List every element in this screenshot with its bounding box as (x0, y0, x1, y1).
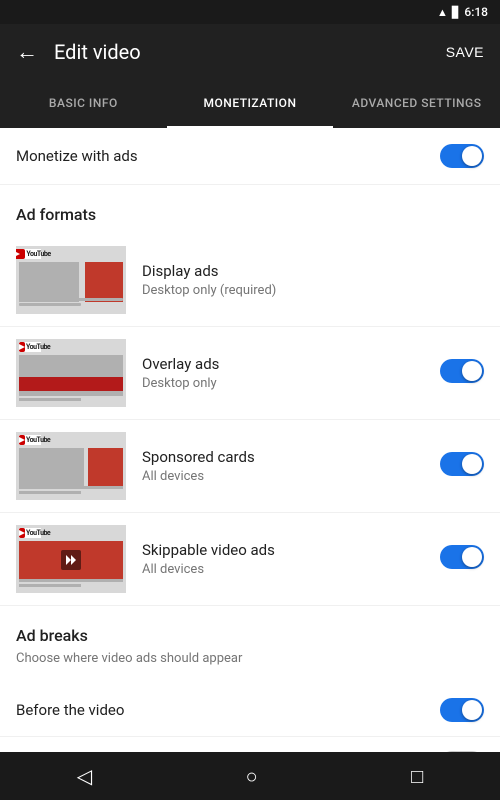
tab-bar: BASIC INFO MONETIZATION ADVANCED SETTING… (0, 80, 500, 128)
skippable-video-ads-desc: All devices (142, 562, 428, 577)
before-video-toggle-thumb (462, 700, 482, 720)
status-time: 6:18 (464, 5, 488, 19)
sponsored-main-video (19, 448, 84, 486)
yt-logo-overlay: YouTube (19, 342, 41, 352)
overlay-ads-toggle[interactable] (440, 359, 484, 383)
sponsored-cards-preview: YouTube (16, 432, 126, 500)
page-title: Edit video (54, 40, 446, 64)
skippable-toggle-track (440, 545, 484, 569)
display-main-area (19, 262, 79, 302)
sponsored-toggle-thumb (462, 454, 482, 474)
yt-logo-sponsored: YouTube (19, 435, 41, 445)
ad-breaks-header: Ad breaks (16, 626, 484, 645)
overlay-ads-toggle-wrap (440, 359, 484, 387)
fast-forward-icon (66, 555, 76, 565)
display-line-1 (19, 298, 123, 301)
before-video-toggle[interactable] (440, 698, 484, 722)
ad-format-sponsored-cards: YouTube Sponsored cards All devices (0, 420, 500, 513)
display-ads-info: Display ads Desktop only (required) (142, 262, 484, 298)
tab-monetization[interactable]: MONETIZATION (167, 80, 334, 128)
skippable-video-ads-info: Skippable video ads All devices (142, 541, 428, 577)
top-bar: ← Edit video SAVE (0, 24, 500, 80)
display-ads-name: Display ads (142, 262, 484, 280)
sponsored-bottom-lines (19, 486, 123, 496)
tab-advanced-settings[interactable]: ADVANCED SETTINGS (333, 80, 500, 128)
sponsored-card-panel (88, 448, 123, 486)
before-video-row: Before the video (0, 684, 500, 737)
monetize-label: Monetize with ads (16, 147, 138, 165)
overlay-ads-info: Overlay ads Desktop only (142, 355, 428, 391)
display-ads-preview: YouTube (16, 246, 126, 314)
sponsored-cards-toggle[interactable] (440, 452, 484, 476)
sponsored-line-2 (19, 491, 81, 494)
sponsored-cards-name: Sponsored cards (142, 448, 428, 466)
skippable-toggle-thumb (462, 547, 482, 567)
monetize-toggle[interactable] (440, 144, 484, 168)
monetize-toggle-track (440, 144, 484, 168)
battery-icon: ▊ (452, 6, 460, 19)
skippable-line-2 (19, 584, 81, 587)
sponsored-cards-info: Sponsored cards All devices (142, 448, 428, 484)
wifi-icon: ▲ (437, 6, 448, 19)
after-video-row: After the video (0, 737, 500, 752)
monetize-row: Monetize with ads (0, 128, 500, 185)
sponsored-toggle-wrap (440, 452, 484, 480)
nav-recent-icon[interactable]: □ (411, 764, 423, 789)
skippable-play-btn (61, 550, 81, 570)
navigation-bar: ◁ ○ □ (0, 752, 500, 800)
sponsored-toggle-track (440, 452, 484, 476)
tab-basic-info[interactable]: BASIC INFO (0, 80, 167, 128)
skippable-video-ads-name: Skippable video ads (142, 541, 428, 559)
ad-format-skippable-video-ads: YouTube Skippable vid (0, 513, 500, 606)
status-bar: ▲ ▊ 6:18 (0, 0, 500, 24)
overlay-toggle-track (440, 359, 484, 383)
ad-format-display-ads: YouTube Display ads Desktop only (requir… (0, 234, 500, 327)
main-content: Monetize with ads Ad formats YouTube (0, 128, 500, 752)
monetize-toggle-thumb (462, 146, 482, 166)
ad-formats-header: Ad formats (0, 185, 500, 234)
nav-home-icon[interactable]: ○ (246, 764, 258, 789)
before-video-label: Before the video (16, 701, 124, 719)
nav-back-icon[interactable]: ◁ (77, 764, 92, 788)
after-video-toggle[interactable] (440, 751, 484, 752)
skippable-video-ads-toggle[interactable] (440, 545, 484, 569)
overlay-line-2 (19, 398, 81, 401)
overlay-ads-name: Overlay ads (142, 355, 428, 373)
display-side-ad (85, 262, 123, 302)
skippable-main-video (19, 541, 123, 579)
ad-format-overlay-ads: YouTube Overlay ads Desktop only (0, 327, 500, 420)
overlay-ads-desc: Desktop only (142, 376, 428, 391)
ad-breaks-section: Ad breaks Choose where video ads should … (0, 606, 500, 684)
overlay-ads-preview: YouTube (16, 339, 126, 407)
display-ads-desc: Desktop only (required) (142, 283, 484, 298)
back-button[interactable]: ← (16, 41, 38, 63)
status-icons: ▲ ▊ 6:18 (437, 5, 488, 19)
sponsored-cards-desc: All devices (142, 469, 428, 484)
skippable-toggle-wrap (440, 545, 484, 573)
after-video-toggle-track (440, 751, 484, 752)
yt-logo-skippable: YouTube (19, 528, 41, 538)
display-bottom-lines (19, 298, 123, 310)
overlay-bar (19, 377, 123, 391)
yt-logo-display: YouTube (19, 249, 41, 259)
save-button[interactable]: SAVE (446, 44, 484, 60)
overlay-bottom-lines (19, 393, 123, 403)
before-video-toggle-track (440, 698, 484, 722)
sponsored-line-1 (19, 486, 123, 489)
ad-breaks-desc: Choose where video ads should appear (16, 651, 484, 666)
skippable-bottom-lines (19, 579, 123, 589)
display-line-2 (19, 303, 81, 306)
skippable-line-1 (19, 579, 123, 582)
overlay-line-1 (19, 393, 123, 396)
overlay-toggle-thumb (462, 361, 482, 381)
skippable-video-ads-preview: YouTube (16, 525, 126, 593)
